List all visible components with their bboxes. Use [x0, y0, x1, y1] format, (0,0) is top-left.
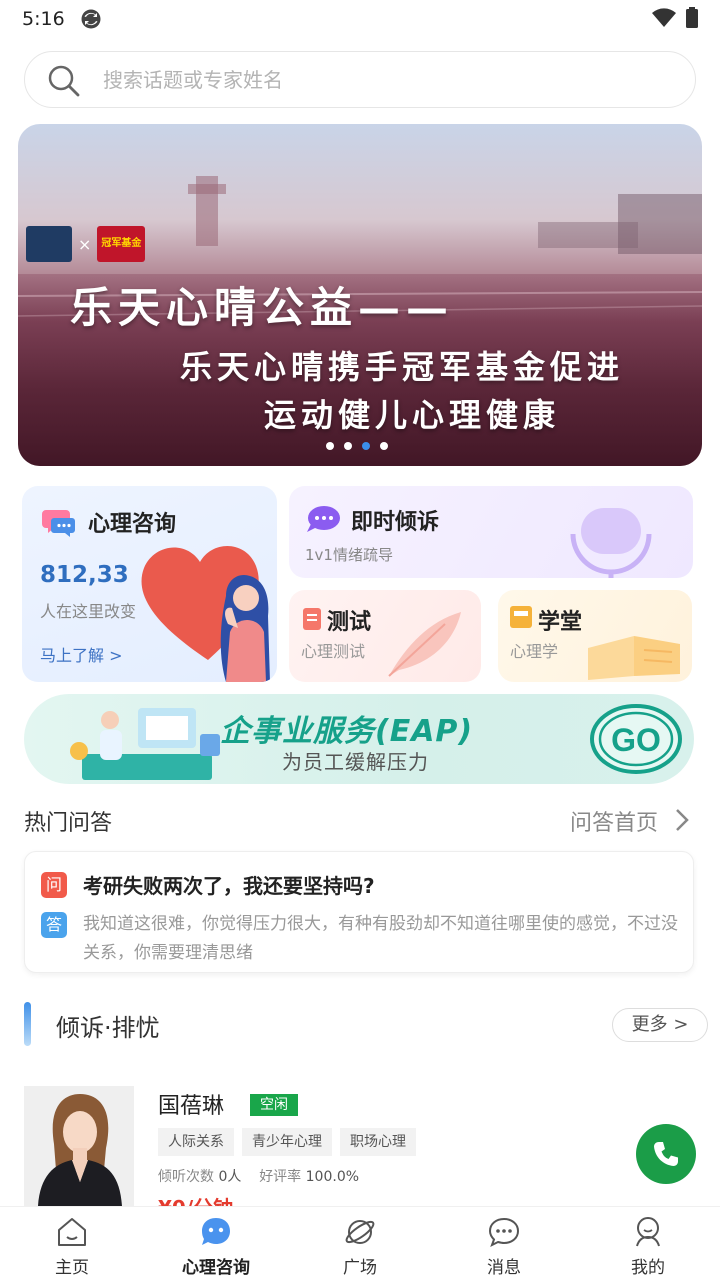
partner-logos: × 冠军基金 [26, 224, 146, 264]
bottom-tab-bar: 主页 心理咨询 广场 消息 我的 [0, 1206, 720, 1280]
answer-badge: 答 [41, 912, 67, 938]
medical-illustration [70, 708, 220, 780]
listen-label: 倾听次数 [158, 1169, 214, 1185]
letian-logo [26, 226, 72, 262]
section-accent-bar [24, 1002, 31, 1046]
microphone-icon [570, 508, 652, 578]
answer-text: 我知道这很难，你觉得压力很大，有种有股劲却不知道往哪里使的感觉，不过没关系，你需… [83, 914, 678, 963]
carousel-dot-active[interactable] [362, 442, 370, 450]
school-book-icon [510, 606, 532, 628]
eap-banner[interactable]: 企事业服务(EAP) 为员工缓解压力 GO [24, 694, 694, 784]
home-icon [58, 1218, 86, 1246]
eap-subtitle: 为员工缓解压力 [282, 750, 429, 774]
tag: 青少年心理 [242, 1128, 332, 1156]
tab-consult[interactable]: 心理咨询 [144, 1207, 288, 1280]
listen-value: 0人 [218, 1169, 242, 1185]
consult-card[interactable]: 心理咨询 812,33 人在这里改变 马上了解 > [22, 486, 277, 682]
qa-home-link[interactable]: 问答首页 [570, 805, 658, 837]
consult-subtitle: 人在这里改变 [40, 602, 137, 621]
consult-count: 812,33 [40, 562, 129, 588]
status-badge: 空闲 [250, 1094, 298, 1116]
tag: 人际关系 [158, 1128, 234, 1156]
carousel-dot[interactable] [344, 442, 352, 450]
counselor-name: 国蓓琳 [158, 1094, 225, 1119]
vent-bubble-icon [307, 506, 340, 532]
test-doc-icon [303, 608, 321, 630]
vent-section-heading: 倾诉·排忧 [56, 1014, 160, 1042]
chevron-right-icon[interactable] [674, 807, 690, 833]
wifi-icon [652, 8, 676, 27]
counselor-stats: 倾听次数 0人 好评率 100.0% [158, 1166, 359, 1186]
consult-learn-more-link[interactable]: 马上了解 > [40, 642, 123, 666]
planet-icon [345, 1220, 375, 1244]
counselor-photo [24, 1086, 134, 1206]
feather-illustration [388, 612, 461, 677]
consult-chat-icon [42, 510, 75, 537]
rating-label: 好评率 [259, 1169, 302, 1185]
profile-icon [636, 1217, 660, 1247]
school-card[interactable]: 学堂 心理学 [498, 590, 692, 682]
champion-foundation-logo: 冠军基金 [97, 226, 146, 262]
search-icon [48, 65, 80, 97]
tab-messages[interactable]: 消息 [432, 1207, 576, 1280]
carousel-dot[interactable] [326, 442, 334, 450]
open-book-illustration [588, 636, 680, 680]
test-title: 测试 [327, 610, 372, 635]
instant-vent-card[interactable]: 即时倾诉 1v1情绪疏导 [289, 486, 693, 578]
tag: 职场心理 [340, 1128, 416, 1156]
counselor-card[interactable]: 国蓓琳 空闲 人际关系 青少年心理 职场心理 倾听次数 0人 好评率 100.0… [24, 1086, 704, 1206]
phone-icon [654, 1142, 678, 1166]
carousel-dots[interactable] [326, 442, 388, 450]
vent-subtitle: 1v1情绪疏导 [305, 546, 393, 564]
question-text: 考研失败两次了，我还要坚持吗? [83, 874, 375, 898]
more-button[interactable]: 更多 > [612, 1008, 708, 1042]
status-time: 5:16 [22, 8, 65, 30]
tab-label: 我的 [631, 1258, 665, 1278]
go-label: GO [611, 722, 661, 758]
tab-home[interactable]: 主页 [0, 1207, 144, 1280]
tab-profile[interactable]: 我的 [576, 1207, 720, 1280]
test-card[interactable]: 测试 心理测试 [289, 590, 481, 682]
qa-card[interactable]: 问 考研失败两次了，我还要坚持吗? 答 我知道这很难，你觉得压力很大，有种有股劲… [24, 851, 694, 973]
question-badge: 问 [41, 872, 67, 898]
tab-label: 心理咨询 [182, 1258, 250, 1278]
battery-icon [686, 7, 698, 28]
carousel-dot[interactable] [380, 442, 388, 450]
test-subtitle: 心理测试 [301, 642, 366, 661]
counselor-tags: 人际关系 青少年心理 职场心理 [158, 1128, 416, 1156]
hot-qa-heading: 热门问答 [24, 811, 113, 836]
heart-illustration [141, 545, 270, 682]
tab-label: 主页 [55, 1258, 89, 1278]
promo-banner[interactable]: × 冠军基金 乐天心晴公益—— 乐天心晴携手冠军基金促进 运动健儿心理健康 [18, 124, 702, 466]
message-icon [488, 1217, 520, 1248]
search-bar[interactable] [24, 51, 696, 108]
tab-label: 广场 [343, 1258, 377, 1278]
banner-headline: 乐天心晴公益—— [70, 283, 455, 332]
hot-qa-header: 热门问答 问答首页 [24, 803, 696, 837]
go-button[interactable]: GO [588, 702, 684, 776]
eap-title: 企事业服务(EAP) [220, 714, 474, 749]
search-input[interactable] [103, 62, 663, 98]
call-button[interactable] [636, 1124, 696, 1184]
rating-value: 100.0% [305, 1169, 360, 1185]
chat-bubble-icon [202, 1218, 230, 1245]
banner-line-3: 运动健儿心理健康 [264, 396, 561, 434]
school-title: 学堂 [538, 610, 583, 635]
vent-section-header: 倾诉·排忧 更多 > [24, 1000, 708, 1048]
cross-mark: × [78, 234, 92, 254]
status-bar: 5:16 [0, 0, 720, 40]
school-subtitle: 心理学 [510, 642, 559, 661]
price: ¥0/分钟 [158, 1192, 233, 1206]
vent-title: 即时倾诉 [351, 510, 440, 535]
tab-square[interactable]: 广场 [288, 1207, 432, 1280]
tab-label: 消息 [487, 1258, 521, 1278]
banner-line-2: 乐天心晴携手冠军基金促进 [180, 348, 625, 386]
sync-icon [81, 9, 101, 29]
